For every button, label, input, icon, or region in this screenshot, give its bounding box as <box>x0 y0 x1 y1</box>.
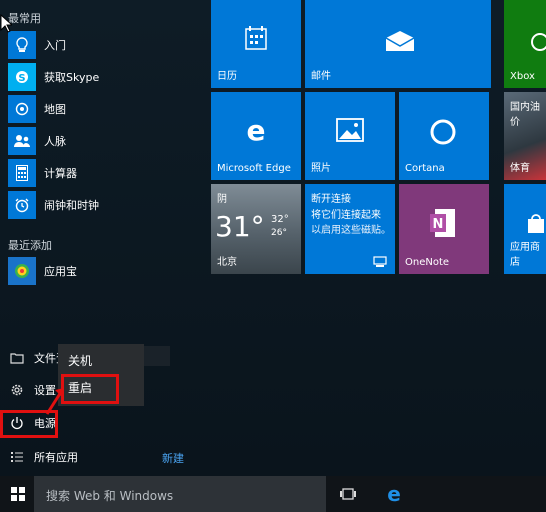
calendar-icon <box>245 26 267 50</box>
weather-temperature: 31° <box>215 210 265 243</box>
folder-icon <box>8 349 26 367</box>
recently-added-heading: 最近添加 <box>8 239 52 252</box>
tile-cortana[interactable]: Cortana <box>399 92 489 180</box>
weather-condition: 阴 <box>217 194 227 205</box>
mouse-cursor-icon <box>0 14 12 33</box>
tile-photos[interactable]: 照片 <box>305 92 395 180</box>
tile-xbox[interactable]: Xbox <box>504 0 546 88</box>
edge-taskbar-button[interactable]: e <box>376 476 412 512</box>
yingyongbao-icon <box>8 257 36 285</box>
tile-sports-label: 体育 <box>510 163 530 174</box>
app-item-skype[interactable]: S 获取Skype <box>8 63 99 91</box>
svg-text:S: S <box>18 73 25 84</box>
tile-calendar-label: 日历 <box>217 71 237 82</box>
app-item-alarms[interactable]: 闹钟和时钟 <box>8 191 99 219</box>
lightbulb-icon <box>8 31 36 59</box>
connect-title: 断开连接 <box>311 194 351 205</box>
task-view-icon <box>340 488 356 500</box>
weather-low: 26° <box>271 228 287 238</box>
app-item-label: 获取Skype <box>44 71 100 84</box>
start-menu: 最常用 入门 S 获取Skype 地图 人脉 计算器 闹钟和时钟 最近添加 应用… <box>0 0 546 476</box>
xbox-icon <box>531 33 546 51</box>
svg-text:N: N <box>433 217 444 232</box>
connect-line3: 以启用这些磁贴。 <box>311 225 391 236</box>
search-box[interactable]: 搜索 Web 和 Windows <box>34 476 326 512</box>
new-badge: 新建 <box>162 452 184 465</box>
all-apps-label: 所有应用 <box>34 451 78 464</box>
tile-edge-label: Microsoft Edge <box>217 163 291 174</box>
most-used-heading: 最常用 <box>8 12 41 25</box>
arrow-icon <box>45 388 64 415</box>
list-icon <box>8 448 26 466</box>
mail-icon <box>385 31 415 51</box>
tile-edge[interactable]: e Microsoft Edge <box>211 92 301 180</box>
skype-icon: S <box>8 63 36 91</box>
search-placeholder: 搜索 Web 和 Windows <box>46 489 174 503</box>
app-item-people[interactable]: 人脉 <box>8 127 66 155</box>
app-item-yingyongbao[interactable]: 应用宝 <box>8 257 77 285</box>
windows-icon <box>11 487 25 501</box>
app-item-label: 应用宝 <box>44 265 77 278</box>
cortana-icon <box>430 119 456 145</box>
onenote-icon: N <box>430 209 455 237</box>
devices-icon <box>373 256 387 267</box>
tile-news[interactable]: 国内油价 体育 <box>504 92 546 180</box>
app-item-label: 入门 <box>44 39 66 52</box>
tile-news-label: 国内油价 <box>510 102 540 128</box>
alarm-clock-icon <box>8 191 36 219</box>
tile-onenote[interactable]: N OneNote <box>399 184 489 274</box>
shutdown-option[interactable]: 关机 <box>68 352 92 369</box>
svg-text:e: e <box>387 484 401 504</box>
app-item-getting-started[interactable]: 入门 <box>8 31 66 59</box>
tile-weather[interactable]: 阴 31° 32° 26° 北京 <box>211 184 301 274</box>
tile-store-label: 应用商店 <box>510 242 540 268</box>
start-button[interactable] <box>0 476 36 512</box>
weather-high: 32° <box>271 214 289 225</box>
tile-xbox-label: Xbox <box>510 71 535 82</box>
all-apps-item[interactable]: 所有应用 <box>8 448 78 466</box>
app-item-label: 计算器 <box>44 167 77 180</box>
popup-shadow <box>144 346 170 366</box>
calculator-icon <box>8 159 36 187</box>
camera-icon <box>8 95 36 123</box>
app-item-calculator[interactable]: 计算器 <box>8 159 77 187</box>
svg-text:e: e <box>247 116 266 144</box>
restart-highlight-box <box>61 374 119 404</box>
tile-connect[interactable]: 断开连接 将它们连接起来 以启用这些磁贴。 <box>305 184 395 274</box>
app-item-label: 闹钟和时钟 <box>44 199 99 212</box>
tile-onenote-label: OneNote <box>405 257 450 268</box>
tile-cortana-label: Cortana <box>405 163 445 174</box>
task-view-button[interactable] <box>330 476 366 512</box>
tile-photos-label: 照片 <box>311 163 331 174</box>
edge-icon: e <box>387 484 401 504</box>
tile-store[interactable]: 应用商店 <box>504 184 546 274</box>
app-item-maps[interactable]: 地图 <box>8 95 66 123</box>
weather-city: 北京 <box>217 257 237 268</box>
tile-calendar[interactable]: 日历 <box>211 0 301 88</box>
connect-line2: 将它们连接起来 <box>311 210 381 221</box>
people-icon <box>8 127 36 155</box>
tile-mail-label: 邮件 <box>311 71 331 82</box>
edge-icon: e <box>247 116 266 144</box>
tile-mail[interactable]: 邮件 <box>305 0 491 88</box>
photos-icon <box>336 118 364 142</box>
app-item-label: 人脉 <box>44 135 66 148</box>
gear-icon <box>8 381 26 399</box>
store-icon <box>528 214 544 233</box>
app-item-label: 地图 <box>44 103 66 116</box>
